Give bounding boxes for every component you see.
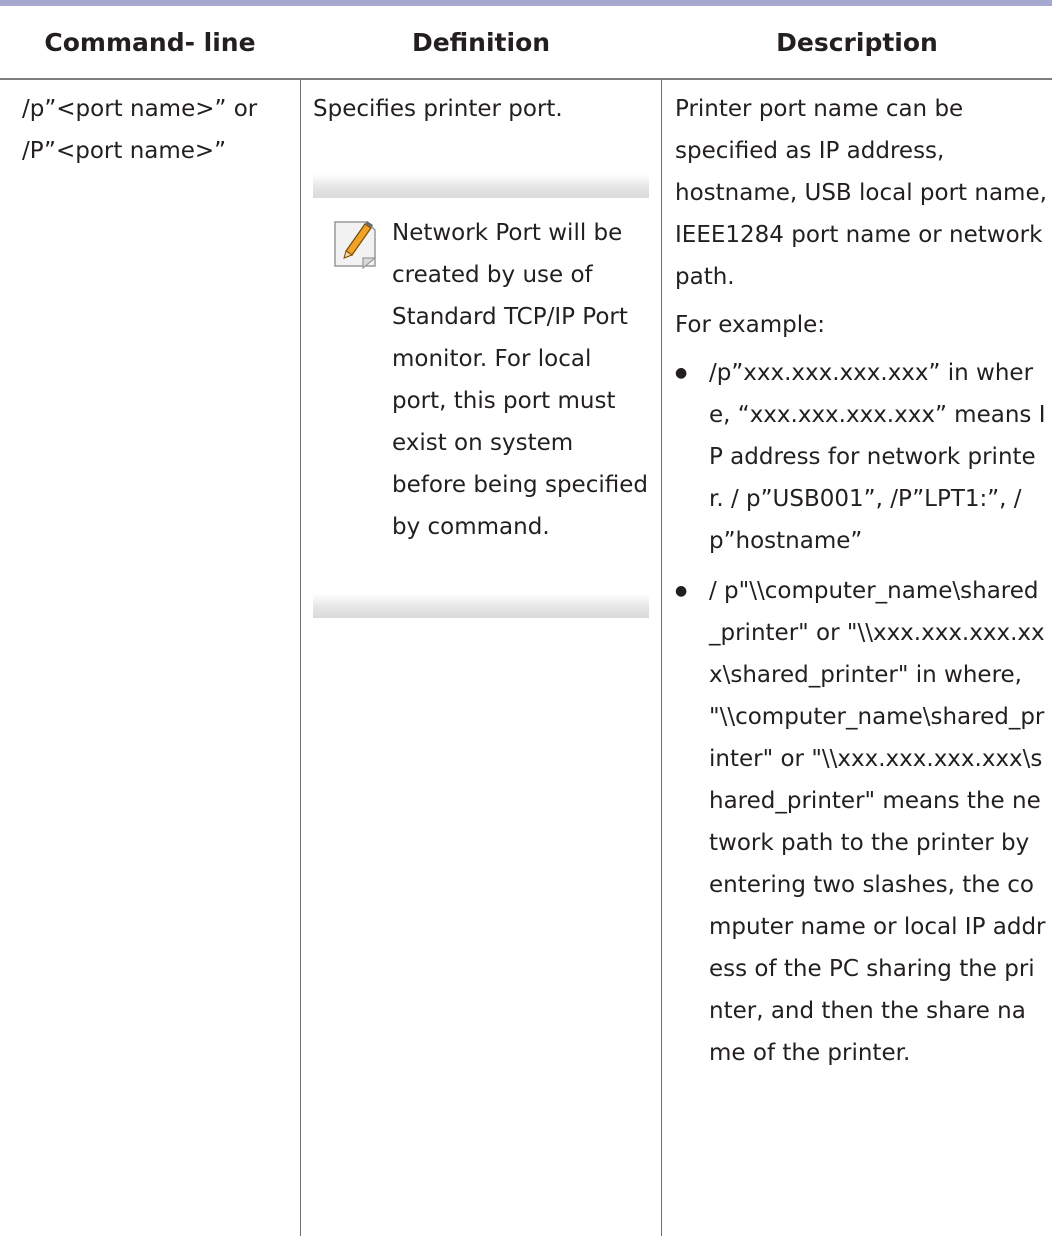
bullet-dot-icon: ●	[675, 365, 688, 381]
note-bottom-bar	[313, 594, 649, 618]
definition-text: Specifies printer port.	[313, 96, 563, 122]
column-divider-1	[300, 80, 301, 1236]
header-command-line: Command- line	[44, 27, 256, 57]
list-item: ● /p”xxx.xxx.xxx.xxx” in where, “xxx.xxx…	[675, 352, 1048, 562]
command-table: Command- line Definition Description /p”…	[0, 0, 1052, 1236]
note-top-bar	[313, 174, 649, 198]
command-line-2: /P”<port name>”	[22, 138, 227, 164]
note-pencil-icon	[331, 218, 379, 270]
bullet-dot-icon: ●	[675, 583, 688, 599]
description-intro: Printer port name can be specified as IP…	[675, 96, 1047, 290]
header-description: Description	[776, 27, 938, 57]
definition-cell: Specifies printer port.	[313, 88, 653, 130]
command-line-1: /p”<port name>” or	[22, 96, 258, 122]
header-rule	[0, 78, 1052, 80]
bullet-text: / p"\\computer_name\shared_printer" or "…	[709, 578, 1046, 1066]
description-cell: Printer port name can be specified as IP…	[675, 88, 1048, 1082]
bullet-text: /p”xxx.xxx.xxx.xxx” in where, “xxx.xxx.x…	[709, 360, 1046, 554]
note-box: Network Port will be created by use of S…	[313, 174, 649, 618]
description-example-label: For example:	[675, 312, 825, 338]
command-cell: /p”<port name>” or /P”<port name>”	[22, 88, 294, 172]
column-divider-2	[661, 80, 662, 1236]
header-definition: Definition	[411, 27, 551, 57]
note-text: Network Port will be created by use of S…	[392, 220, 648, 540]
list-item: ● / p"\\computer_name\shared_printer" or…	[675, 570, 1048, 1074]
description-bullet-list: ● /p”xxx.xxx.xxx.xxx” in where, “xxx.xxx…	[675, 352, 1048, 1074]
